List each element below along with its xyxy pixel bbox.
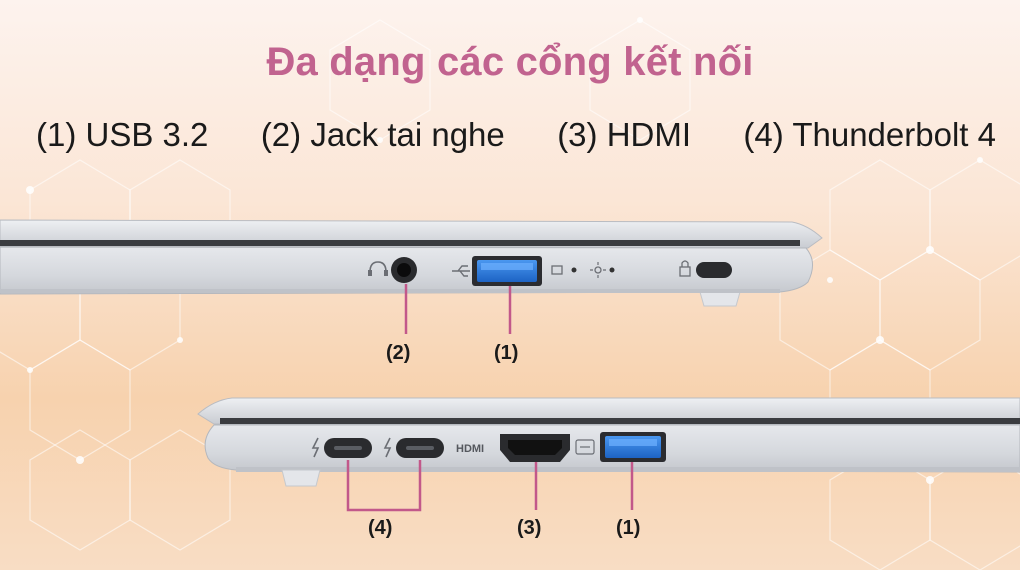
usb-a-port-left	[600, 432, 666, 462]
callout-label-usb-right: (1)	[494, 342, 518, 364]
kensington-lock-slot	[696, 262, 732, 278]
callout-label-jack: (2)	[386, 342, 410, 364]
callout-label-usb-left: (1)	[616, 517, 640, 539]
hdmi-port	[500, 434, 570, 462]
headphone-jack-port	[391, 257, 417, 283]
thunderbolt-port-2	[396, 438, 444, 458]
laptop-right-side-view: (2) (1)	[0, 219, 823, 364]
hdmi-logo: HDMI	[456, 443, 484, 455]
laptop-left-side-view: HDMI (4) (3) (1)	[197, 397, 1020, 539]
callout-label-hdmi: (3)	[517, 517, 541, 539]
laptop-side-views: (2) (1) HDMI (4) (3) (1)	[0, 219, 1020, 539]
thunderbolt-port-1	[324, 438, 372, 458]
callout-label-thunderbolt: (4)	[368, 517, 392, 539]
usb-a-port-right	[472, 256, 542, 286]
